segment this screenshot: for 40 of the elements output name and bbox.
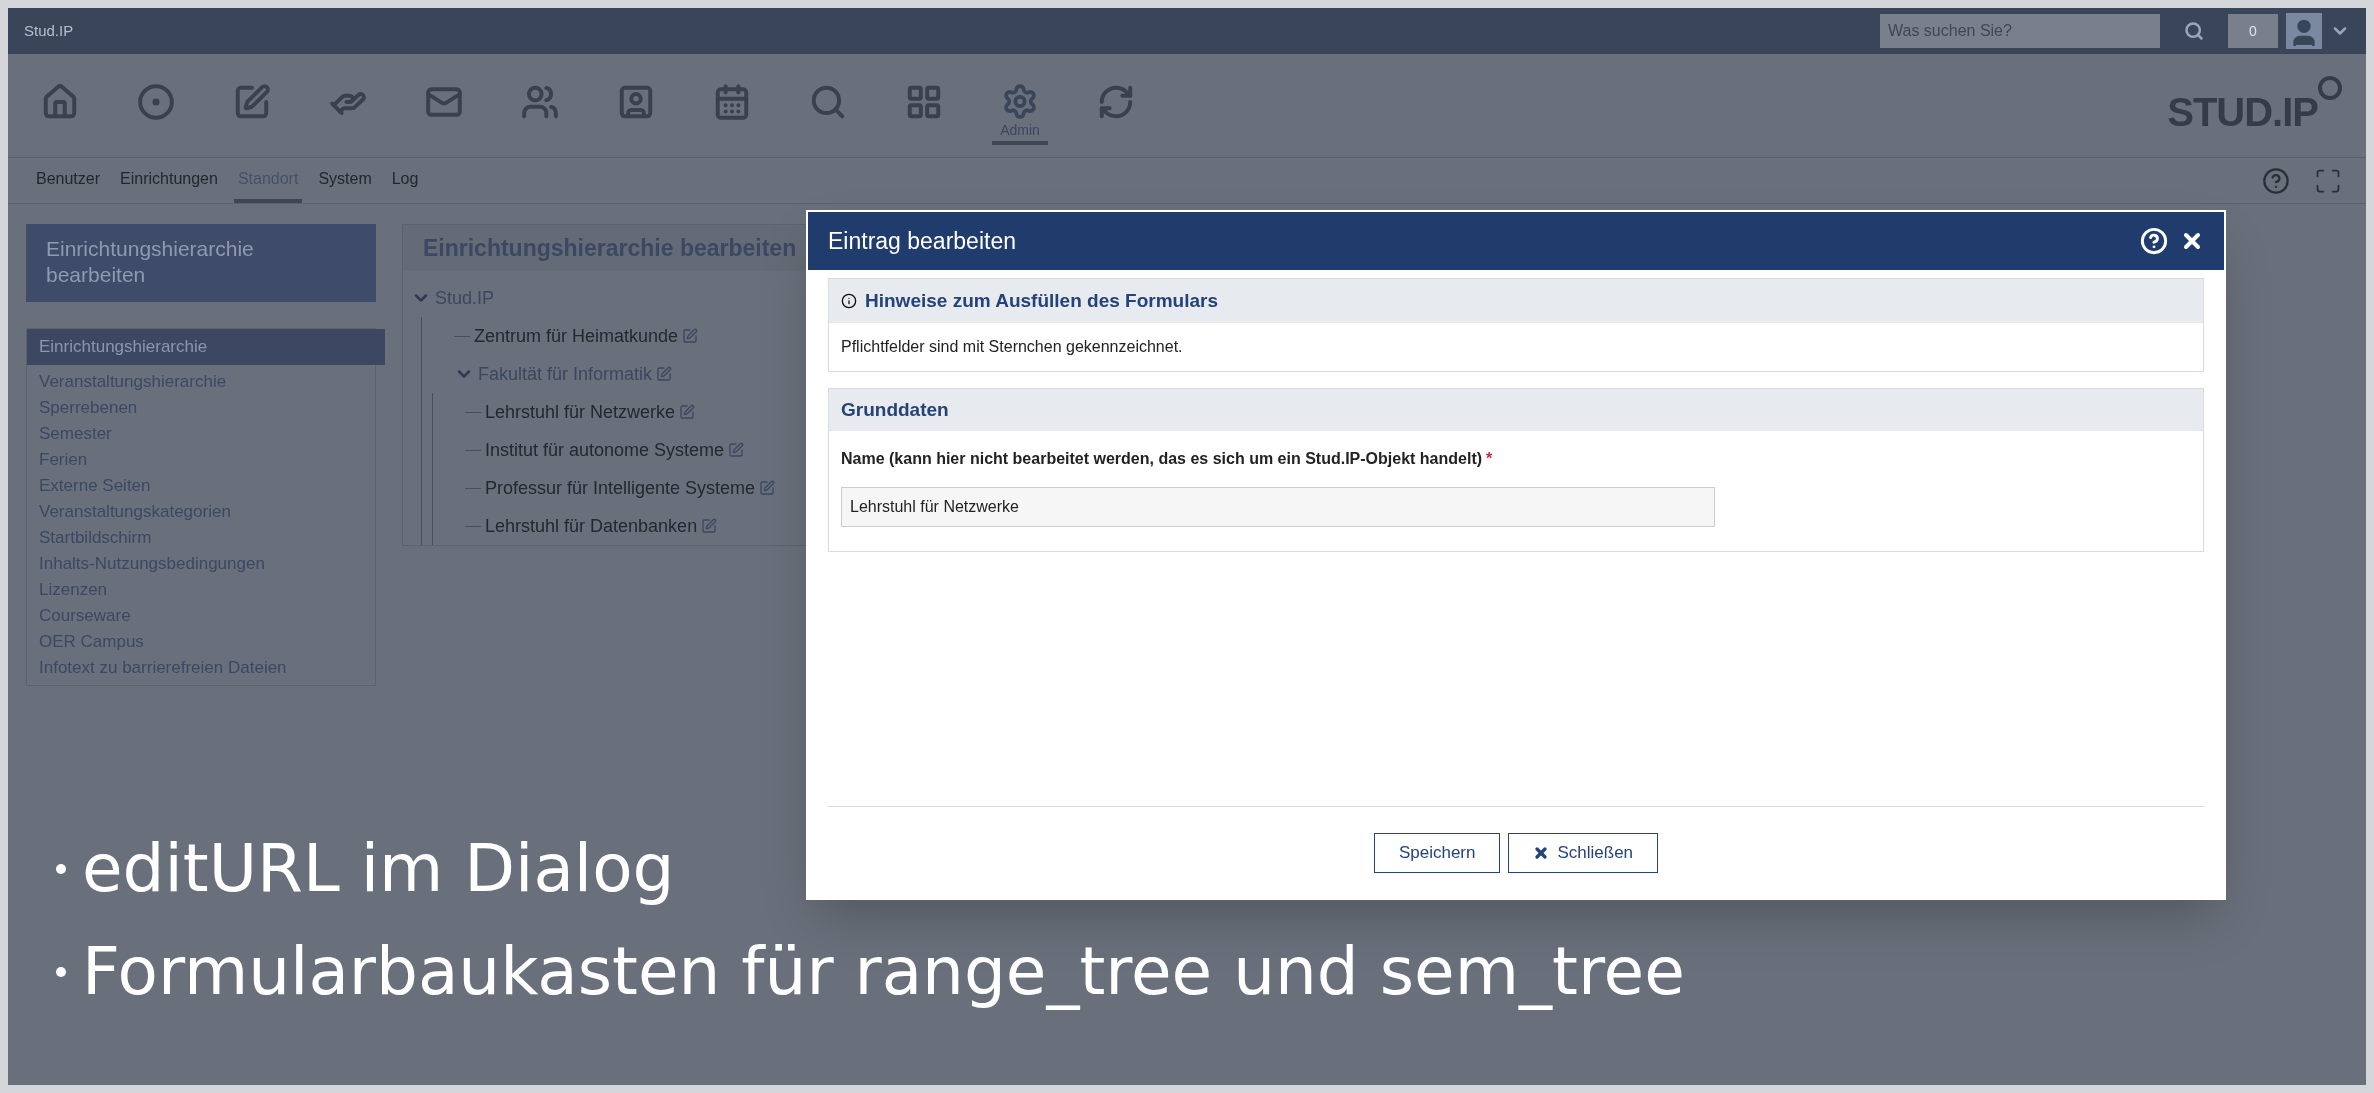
info-icon <box>841 293 857 309</box>
tree-item[interactable]: Professur für Intelligente Systeme <box>485 474 756 502</box>
slide-bullet: Formularbaukasten für range_tree und sem_tree <box>82 931 1685 1012</box>
subnav-tab[interactable]: Benutzer <box>32 158 105 203</box>
avatar-icon[interactable] <box>2286 13 2322 49</box>
slide-bullet: editURL im Dialog <box>82 829 675 909</box>
dialog-title: Eintrag bearbeiten <box>828 226 1016 256</box>
sidebar-title: Einrichtungshierarchie bearbeiten <box>46 236 255 289</box>
logo-ring-icon <box>2318 75 2342 100</box>
close-icon <box>1533 844 1550 861</box>
gear-icon <box>1001 82 1039 120</box>
subnav-tab[interactable]: Einrichtungen <box>116 158 222 203</box>
notification-count[interactable]: 0 <box>2228 14 2278 48</box>
info-text: Pflichtfelder sind mit Sternchen gekennzeichnet. <box>841 338 1183 355</box>
edit-icon[interactable] <box>656 366 673 382</box>
subnav-tab[interactable]: Log <box>387 158 423 203</box>
home-icon <box>41 82 79 121</box>
section-title: Grunddaten <box>841 397 949 422</box>
edit-icon[interactable] <box>728 442 745 458</box>
brand-name[interactable]: Stud.IP <box>24 19 74 43</box>
tree-item[interactable]: Zentrum für Heimatkunde <box>474 322 679 350</box>
edit-icon[interactable] <box>759 480 776 496</box>
sidebar-item[interactable]: Einrichtungshierarchie <box>27 329 385 365</box>
subnav-tab[interactable]: System <box>314 158 376 203</box>
save-button[interactable]: Speichern <box>1373 832 1501 873</box>
name-field[interactable]: Lehrstuhl für Netzwerke <box>841 487 1715 527</box>
activity-icon <box>137 82 175 121</box>
field-label: Name (kann hier nicht bearbeitet werden, das es sich um ein Stud.IP-Objekt handelt) * <box>841 449 1494 469</box>
search-field[interactable]: Was suchen Sie? <box>1880 14 2160 48</box>
tree-item[interactable]: Lehrstuhl für Datenbanken <box>485 512 698 540</box>
search-icon[interactable] <box>2184 21 2204 41</box>
edit-icon[interactable] <box>682 328 699 344</box>
edit-icon[interactable] <box>701 518 718 534</box>
close-button[interactable]: Schließen <box>1508 832 1659 873</box>
edit-square-icon <box>233 82 271 121</box>
calendar-icon <box>713 82 751 121</box>
section-title: Hinweise zum Ausfüllen des Formulars <box>865 288 1218 313</box>
tree-item[interactable]: Institut für autonome Systeme <box>485 436 725 464</box>
tree-item[interactable]: Lehrstuhl für Netzwerke <box>485 398 676 426</box>
edit-icon[interactable] <box>679 404 696 420</box>
